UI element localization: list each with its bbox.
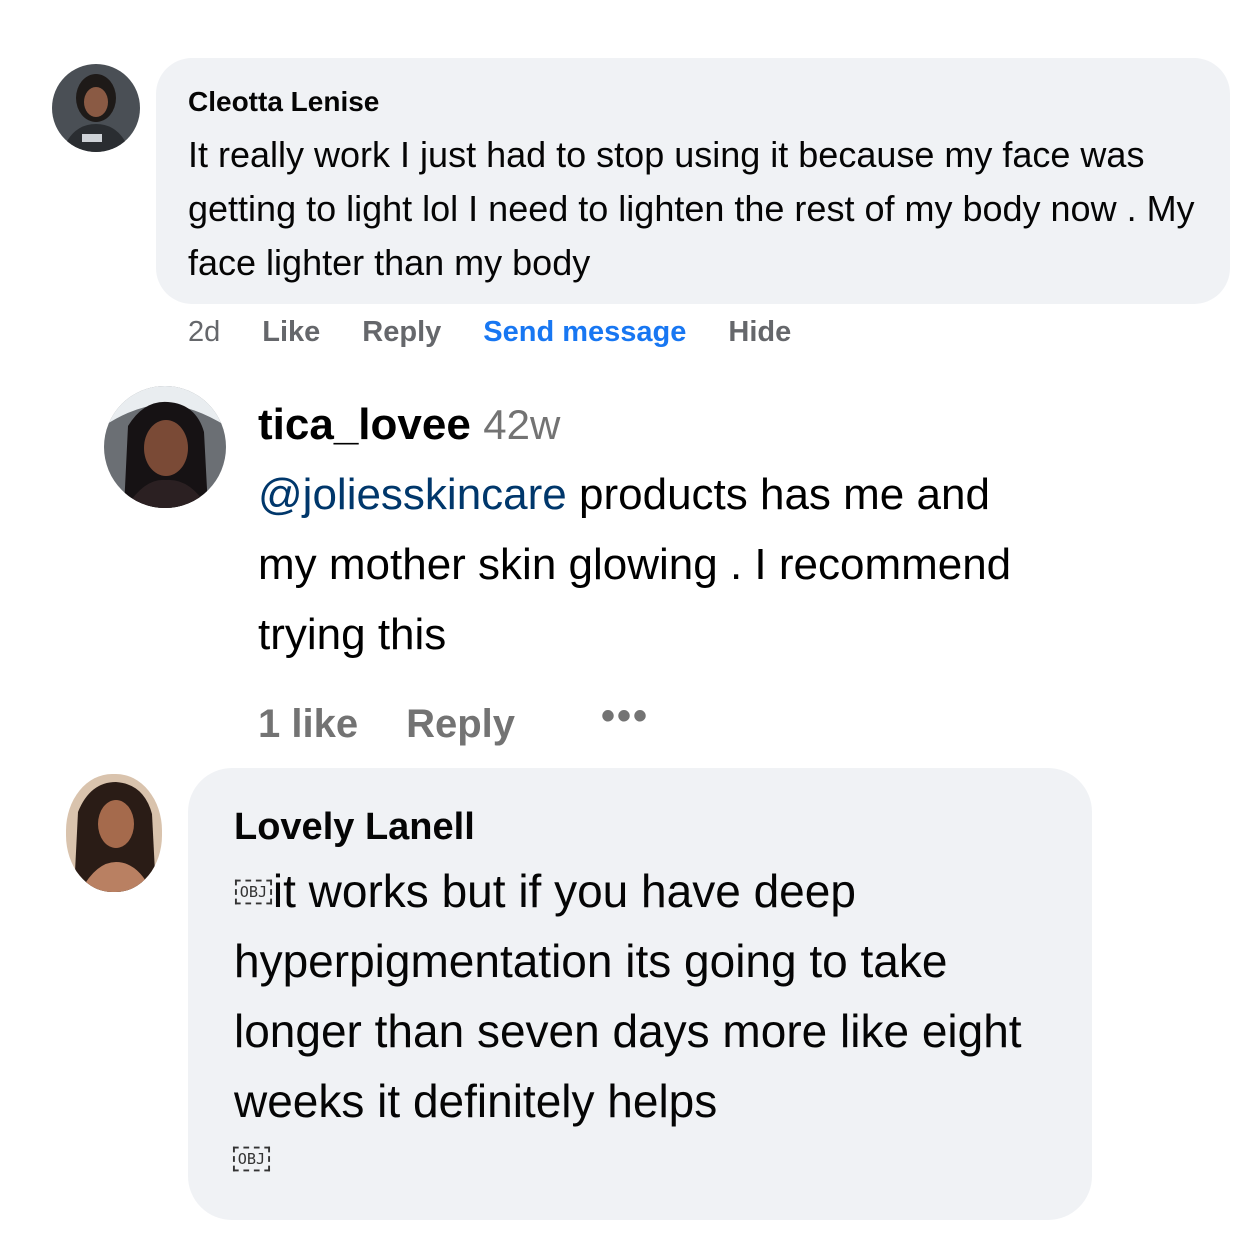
- more-options-icon[interactable]: •••: [601, 694, 649, 739]
- comment-actions: 1 like Reply •••: [258, 694, 649, 750]
- avatar-image: [66, 774, 162, 892]
- reply-button[interactable]: Reply: [406, 702, 515, 747]
- likes-count[interactable]: 1 like: [258, 702, 358, 747]
- avatar-lovely-lanell[interactable]: [66, 774, 162, 892]
- comment-timestamp[interactable]: 42w: [483, 401, 560, 448]
- avatar-image: [104, 386, 226, 508]
- avatar-tica-lovee[interactable]: [104, 386, 226, 508]
- send-message-button[interactable]: Send message: [483, 316, 686, 349]
- like-button[interactable]: Like: [262, 316, 320, 349]
- object-placeholder-icon: OBJ: [234, 879, 272, 905]
- comment-body: it works but if you have deep hyperpigme…: [234, 865, 1022, 1127]
- avatar-cleotta-lenise[interactable]: [52, 64, 140, 152]
- object-placeholder-icon: OBJ: [232, 1146, 270, 1172]
- comment-text: It really work I just had to stop using …: [188, 134, 1195, 283]
- comment-author[interactable]: Cleotta Lenise: [188, 86, 379, 118]
- comment-text: OBJ it works but if you have deep hyperpi…: [234, 856, 1064, 1136]
- comment-text: @joliesskincare products has me and my m…: [258, 460, 1058, 670]
- comment-timestamp[interactable]: 2d: [188, 316, 220, 349]
- comment-actions: 2d Like Reply Send message Hide: [188, 312, 833, 352]
- reply-button[interactable]: Reply: [362, 316, 441, 349]
- comment-author[interactable]: tica_lovee: [258, 400, 471, 449]
- avatar-image: [52, 64, 140, 152]
- comment-header: tica_lovee 42w: [258, 400, 560, 450]
- hide-button[interactable]: Hide: [728, 316, 791, 349]
- comment-author[interactable]: Lovely Lanell: [234, 806, 475, 849]
- mention-link[interactable]: @joliesskincare: [258, 470, 567, 519]
